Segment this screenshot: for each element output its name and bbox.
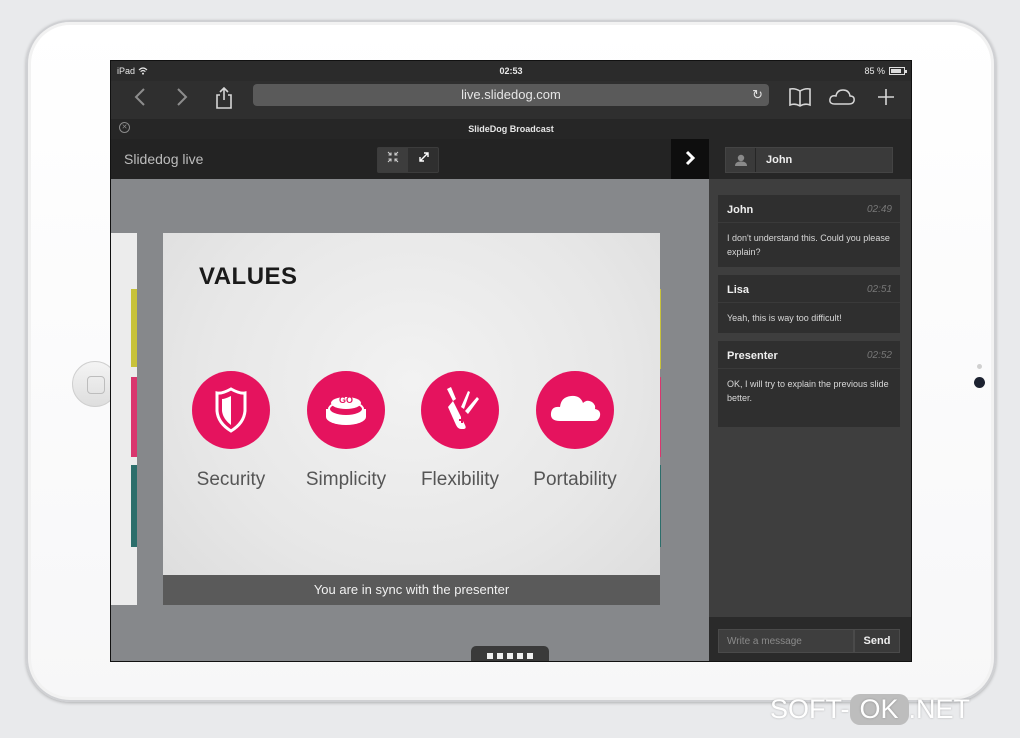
shield-icon xyxy=(192,371,270,449)
value-flexibility: Flexibility xyxy=(400,371,520,491)
light-sensor xyxy=(977,364,982,369)
back-icon[interactable] xyxy=(125,87,155,113)
chat-header: John xyxy=(709,139,911,179)
forward-icon[interactable] xyxy=(167,87,197,113)
message-text: I don't understand this. Could you pleas… xyxy=(727,233,890,257)
value-label: Flexibility xyxy=(420,469,500,490)
value-label: Security xyxy=(196,469,266,490)
chat-message: John 02:49 I don't understand this. Coul… xyxy=(718,195,900,267)
message-text: OK, I will try to explain the previous s… xyxy=(727,379,889,403)
slide-stripe xyxy=(131,289,137,367)
user-icon xyxy=(726,148,756,172)
new-tab-icon[interactable] xyxy=(871,87,901,113)
watermark: SOFT- OK .NET xyxy=(770,694,970,725)
shrink-view-icon[interactable] xyxy=(378,148,408,172)
page-dot[interactable] xyxy=(507,653,513,659)
user-name-field[interactable]: John xyxy=(725,147,893,173)
icloud-tabs-icon[interactable] xyxy=(827,87,857,113)
page-dot[interactable] xyxy=(527,653,533,659)
url-text: live.slidedog.com xyxy=(461,87,561,102)
battery-percent: 85 % xyxy=(864,66,885,76)
reload-icon[interactable]: ↻ xyxy=(752,84,763,106)
tab-title[interactable]: SlideDog Broadcast xyxy=(111,124,911,134)
value-simplicity: GO Simplicity xyxy=(286,371,406,491)
value-security: Security xyxy=(171,371,291,491)
slide-stripe xyxy=(131,465,137,547)
chat-message: Presenter 02:52 OK, I will try to explai… xyxy=(718,341,900,427)
slide-stage: VALUES Security GO Simplicity Flexibilit… xyxy=(111,179,709,661)
tab-bar: ✕ SlideDog Broadcast xyxy=(111,119,911,139)
share-icon[interactable] xyxy=(209,86,239,113)
ipad-screen: iPad 02:53 85 % live.slidedog.com ↻ ✕ Sl… xyxy=(110,60,912,662)
app-header: Slidedog live xyxy=(111,139,709,179)
slide-pager[interactable] xyxy=(471,646,549,661)
message-input[interactable] xyxy=(718,629,854,653)
value-label: Simplicity xyxy=(305,469,387,490)
browser-toolbar: live.slidedog.com ↻ xyxy=(111,81,911,119)
page-dot[interactable] xyxy=(487,653,493,659)
toggle-chat-button[interactable] xyxy=(671,139,709,179)
watermark-right: .NET xyxy=(908,694,971,724)
fullscreen-icon[interactable] xyxy=(409,148,439,172)
view-mode-toggle xyxy=(377,147,439,173)
url-bar[interactable]: live.slidedog.com ↻ xyxy=(253,84,769,106)
chevron-right-icon xyxy=(685,150,696,166)
sync-status-bar: You are in sync with the presenter xyxy=(163,575,660,605)
slide-stripe xyxy=(131,377,137,457)
page-dot[interactable] xyxy=(517,653,523,659)
go-label: GO xyxy=(338,395,353,405)
message-time: 02:51 xyxy=(866,284,892,295)
app-title: Slidedog live xyxy=(124,151,204,167)
go-button-icon: GO xyxy=(307,371,385,449)
message-author: Presenter xyxy=(727,350,778,362)
previous-slide-preview[interactable] xyxy=(111,233,137,605)
watermark-left: SOFT- xyxy=(770,694,850,724)
battery-icon xyxy=(889,67,907,75)
message-composer: Send xyxy=(709,617,911,661)
swiss-knife-icon xyxy=(421,371,499,449)
chat-panel: John John 02:49 I don't understand this.… xyxy=(709,139,911,661)
send-button[interactable]: Send xyxy=(854,629,900,653)
bookmarks-icon[interactable] xyxy=(785,87,815,113)
front-camera xyxy=(974,377,985,388)
status-bar: iPad 02:53 85 % xyxy=(111,61,911,81)
user-name: John xyxy=(766,154,793,166)
message-time: 02:49 xyxy=(866,204,892,215)
value-label: Portability xyxy=(533,469,617,490)
chat-message: Lisa 02:51 Yeah, this is way too difficu… xyxy=(718,275,900,333)
message-author: John xyxy=(727,204,754,216)
page-dot[interactable] xyxy=(497,653,503,659)
watermark-middle: OK xyxy=(849,694,909,725)
message-time: 02:52 xyxy=(866,350,892,361)
slide-heading: VALUES xyxy=(199,263,298,290)
cloud-icon xyxy=(536,371,614,449)
value-portability: Portability xyxy=(515,371,635,491)
current-slide: VALUES Security GO Simplicity Flexibilit… xyxy=(163,233,660,605)
message-list: John 02:49 I don't understand this. Coul… xyxy=(709,179,911,617)
message-author: Lisa xyxy=(727,284,750,296)
status-time: 02:53 xyxy=(499,66,523,76)
message-text: Yeah, this is way too difficult! xyxy=(727,313,842,323)
